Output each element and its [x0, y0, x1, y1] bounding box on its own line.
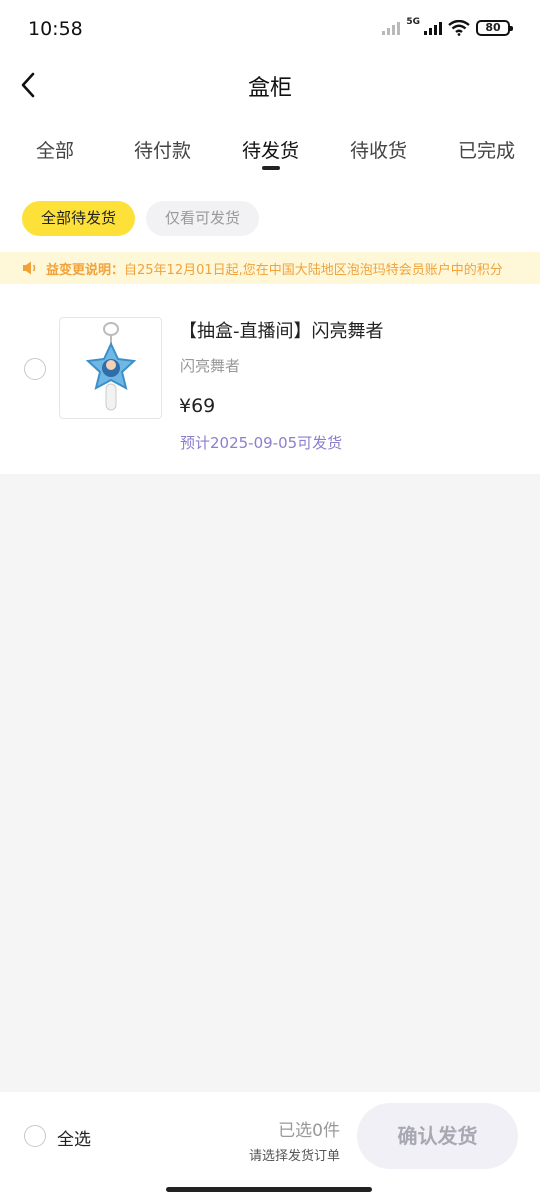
active-tab-indicator [261, 166, 280, 170]
product-thumbnail[interactable] [59, 317, 162, 419]
battery-icon: 80 [476, 20, 513, 36]
tab-completed[interactable]: 已完成 [458, 136, 515, 163]
product-variant: 闪亮舞者 [180, 357, 241, 375]
product-image [85, 322, 137, 411]
notice-banner[interactable]: 益变更说明：自25年12月01日起,您在中国大陆地区泡泡玛特会员账户中的积分 [0, 252, 540, 284]
signal-icon [424, 21, 442, 35]
status-bar: 10:58 5G 80 [0, 0, 540, 60]
tab-pending-shipment[interactable]: 待发货 [242, 136, 299, 170]
confirm-shipment-button[interactable]: 确认发货 [357, 1103, 518, 1169]
order-item-card[interactable]: 【抽盒-直播间】闪亮舞者 闪亮舞者 ¥69 预计2025-09-05可发货 [0, 296, 540, 474]
home-indicator[interactable] [166, 1187, 372, 1192]
bottom-action-bar: 全选 已选0件 请选择发货订单 确认发货 [0, 1092, 540, 1202]
navigation-bar: 盒柜 [0, 60, 540, 110]
status-icons: 5G 80 [382, 17, 513, 36]
product-name: 【抽盒-直播间】闪亮舞者 [179, 321, 384, 342]
selected-count: 已选0件 [278, 1121, 340, 1141]
tab-all[interactable]: 全部 [36, 136, 74, 163]
tab-pending-payment[interactable]: 待付款 [134, 136, 191, 163]
page-title: 盒柜 [247, 76, 292, 101]
item-select-radio[interactable] [24, 358, 46, 380]
select-all-radio[interactable] [24, 1125, 46, 1147]
notice-text: 益变更说明：自25年12月01日起,您在中国大陆地区泡泡玛特会员账户中的积分 [46, 263, 503, 278]
product-price: ¥69 [179, 395, 216, 417]
signal-sim2-icon [382, 21, 401, 35]
network-type: 5G [406, 17, 420, 27]
filter-all-pending[interactable]: 全部待发货 [22, 201, 135, 236]
estimated-ship-date: 预计2025-09-05可发货 [180, 434, 343, 452]
speaker-icon [23, 261, 36, 275]
selection-hint: 请选择发货订单 [248, 1149, 340, 1164]
select-all-label[interactable]: 全选 [57, 1125, 91, 1150]
filter-shippable-only[interactable]: 仅看可发货 [146, 201, 259, 236]
tab-pending-receipt[interactable]: 待收货 [350, 136, 407, 163]
order-tabs: 全部 待付款 待发货 待收货 已完成 [0, 136, 540, 176]
wifi-icon [448, 20, 470, 36]
status-time: 10:58 [28, 18, 83, 40]
